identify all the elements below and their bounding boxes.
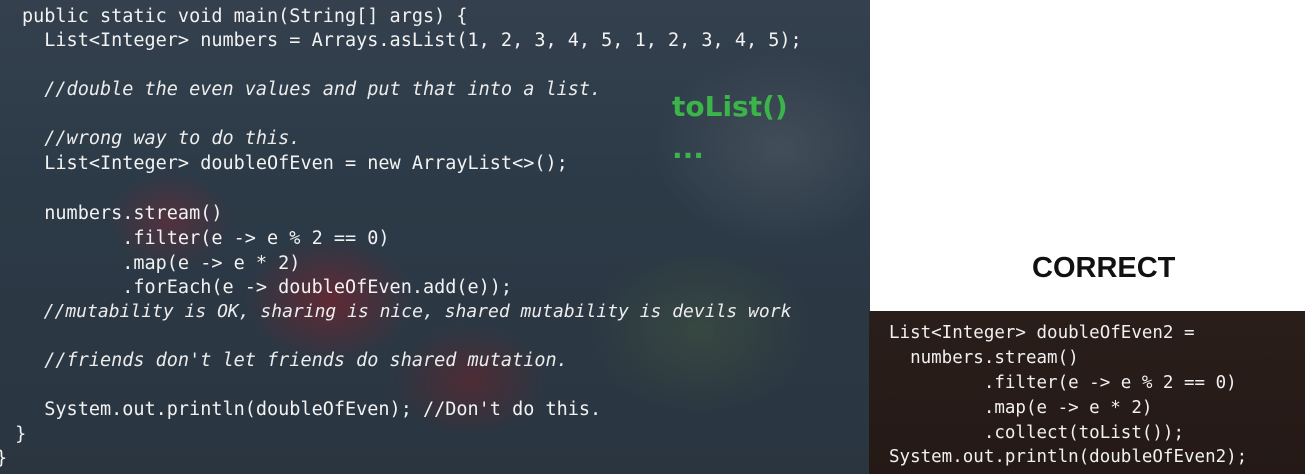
code-line: .collect(toList()); <box>889 423 1185 443</box>
code-line: List<Integer> doubleOfEven2 = <box>889 323 1195 343</box>
code-line: .filter(e -> e % 2 == 0) <box>889 373 1237 393</box>
annotation-ellipsis: ... <box>672 132 704 165</box>
code-line: List<Integer> numbers = Arrays.asList(1,… <box>22 30 802 51</box>
code-line: } <box>4 424 27 445</box>
code-line: .filter(e -> e % 2 == 0) <box>22 228 390 249</box>
code-line: List<Integer> doubleOfEven = new ArrayLi… <box>22 153 568 174</box>
code-line: } <box>0 448 7 470</box>
code-line: numbers.stream() <box>22 203 223 224</box>
code-line: .map(e -> e * 2) <box>889 398 1153 418</box>
code-comment: //friends don't let friends do shared mu… <box>22 350 568 371</box>
code-line: System.out.println(doubleOfEven); //Don'… <box>22 399 602 420</box>
code-line: System.out.println(doubleOfEven2); <box>889 447 1248 467</box>
code-comment: //wrong way to do this. <box>22 128 301 149</box>
code-line: numbers.stream() <box>889 348 1079 368</box>
code-line: public static void main(String[] args) { <box>22 6 468 27</box>
left-code-panel: public static void main(String[] args) {… <box>0 0 870 474</box>
code-line: .forEach(e -> doubleOfEven.add(e)); <box>22 277 513 298</box>
right-code-panel: List<Integer> doubleOfEven2 = numbers.st… <box>869 311 1305 474</box>
code-line: .map(e -> e * 2) <box>22 253 301 274</box>
code-comment: //mutability is OK, sharing is nice, sha… <box>22 301 792 322</box>
correct-heading: CORRECT <box>1032 252 1176 284</box>
tolist-annotation: toList() <box>672 90 788 123</box>
code-comment: //double the even values and put that in… <box>22 79 602 100</box>
